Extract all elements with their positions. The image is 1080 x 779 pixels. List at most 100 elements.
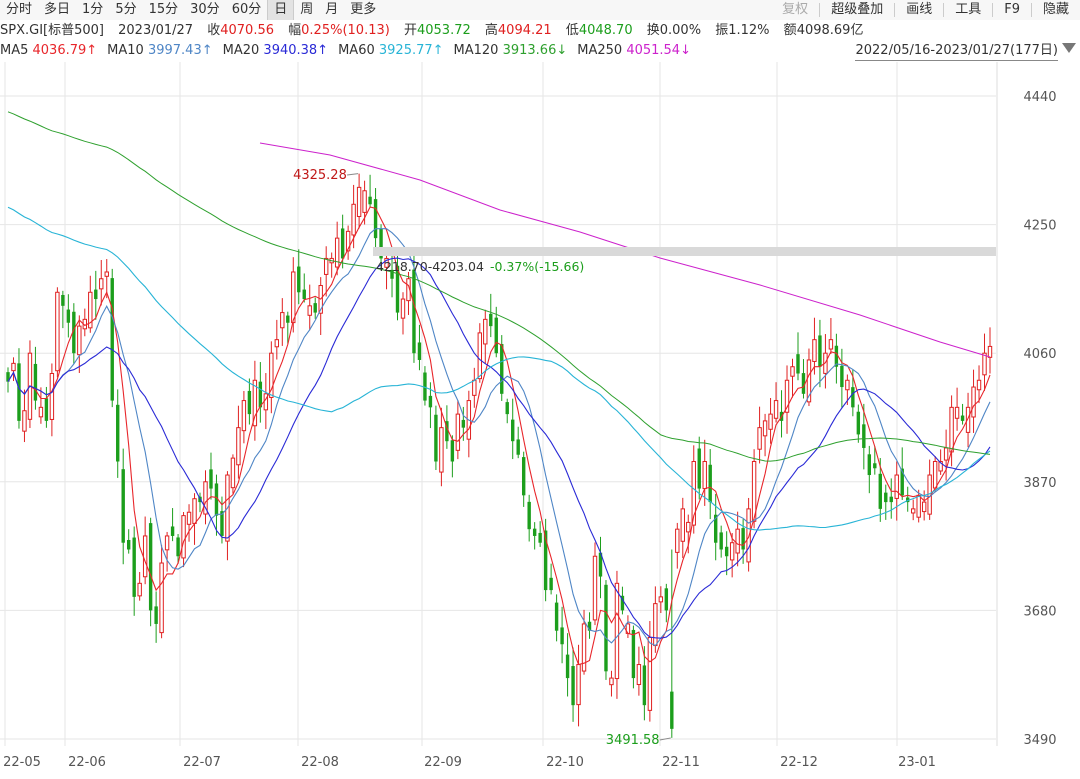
candle-body bbox=[867, 454, 872, 476]
candle-body bbox=[954, 406, 960, 419]
candle-body bbox=[247, 390, 252, 415]
measure-change-label: -0.37%(-15.66) bbox=[490, 259, 584, 274]
candle-body bbox=[916, 494, 921, 518]
candle-body bbox=[527, 501, 531, 530]
candle-body bbox=[334, 237, 340, 268]
candle-body bbox=[592, 555, 598, 621]
candle-body bbox=[104, 271, 109, 277]
candle-body bbox=[664, 588, 669, 611]
candle-body bbox=[154, 606, 158, 624]
candle-body bbox=[181, 515, 186, 559]
y-tick-label: 3490 bbox=[1023, 733, 1056, 748]
x-tick-label: 22-08 bbox=[301, 755, 339, 770]
y-tick-label: 3680 bbox=[1023, 604, 1056, 619]
candle-body bbox=[489, 313, 493, 327]
candle-body bbox=[949, 406, 954, 453]
measure-band bbox=[373, 247, 996, 256]
candle-body bbox=[818, 335, 822, 367]
candle-body bbox=[356, 186, 362, 217]
candle-body bbox=[450, 440, 455, 462]
candle-body bbox=[439, 427, 444, 473]
candle-body bbox=[412, 269, 416, 354]
candle-body bbox=[982, 352, 987, 376]
candle-body bbox=[735, 528, 740, 554]
candle-body bbox=[455, 413, 461, 451]
high-marker-line bbox=[347, 173, 359, 176]
measure-range-label: 4218.70-4203.04 bbox=[376, 259, 484, 274]
candle-body bbox=[921, 501, 927, 513]
x-tick-label: 23-01 bbox=[898, 755, 936, 770]
candle-body bbox=[434, 414, 438, 462]
candle-body bbox=[22, 410, 27, 432]
candle-body bbox=[680, 508, 685, 542]
candle-body bbox=[483, 318, 488, 345]
candle-body bbox=[532, 528, 537, 536]
candle-body bbox=[828, 339, 834, 350]
candle-body bbox=[851, 387, 855, 408]
candle-body bbox=[653, 603, 658, 647]
candle-body bbox=[631, 629, 636, 679]
high-marker-label: 4325.28 bbox=[293, 168, 347, 183]
candle-body bbox=[241, 400, 247, 432]
candle-body bbox=[55, 291, 60, 372]
candle-body bbox=[280, 312, 285, 329]
candle-body bbox=[538, 532, 542, 543]
candle-body bbox=[976, 379, 982, 391]
x-tick-label: 22-11 bbox=[662, 755, 700, 770]
candle-body bbox=[604, 584, 608, 672]
candle-body bbox=[94, 289, 98, 300]
candle-body bbox=[477, 332, 482, 380]
candle-body bbox=[884, 492, 888, 503]
candle-body bbox=[307, 305, 312, 316]
low-marker-label: 3491.58 bbox=[606, 733, 660, 748]
candle-body bbox=[812, 339, 817, 362]
candle-body bbox=[549, 577, 553, 591]
x-tick-label: 22-10 bbox=[546, 755, 584, 770]
candle-body bbox=[274, 339, 280, 348]
candle-body bbox=[110, 278, 114, 401]
candle-body bbox=[209, 469, 213, 489]
candle-body bbox=[500, 344, 504, 394]
candle-body bbox=[702, 460, 707, 490]
candle-body bbox=[121, 469, 125, 543]
candle-body bbox=[368, 196, 372, 205]
candle-body bbox=[762, 420, 768, 437]
candle-body bbox=[729, 542, 735, 561]
candle-body bbox=[164, 535, 170, 551]
candle-body bbox=[417, 342, 422, 360]
candle-body bbox=[614, 582, 620, 680]
candle-body bbox=[873, 463, 877, 469]
candle-body bbox=[148, 523, 153, 611]
candle-body bbox=[960, 415, 965, 421]
candle-body bbox=[757, 427, 762, 450]
candle-body bbox=[647, 636, 653, 711]
candle-body bbox=[340, 228, 345, 259]
candle-body bbox=[856, 411, 861, 435]
x-tick-label: 22-05 bbox=[3, 755, 41, 770]
candle-body bbox=[516, 439, 520, 455]
candle-body bbox=[741, 528, 745, 550]
candle-body bbox=[511, 419, 515, 442]
candle-body bbox=[878, 473, 882, 509]
candle-body bbox=[186, 511, 192, 525]
candle-body bbox=[840, 365, 844, 388]
candle-body bbox=[126, 540, 131, 550]
candle-body bbox=[554, 602, 559, 631]
candle-body bbox=[400, 298, 406, 319]
candle-body bbox=[286, 315, 290, 323]
candle-body bbox=[176, 537, 180, 557]
candle-body bbox=[910, 508, 916, 514]
x-tick-label: 22-07 bbox=[183, 755, 221, 770]
candle-body bbox=[137, 582, 142, 597]
candle-body bbox=[889, 496, 893, 503]
candle-body bbox=[66, 309, 71, 323]
candle-body bbox=[670, 691, 674, 729]
ma-line bbox=[7, 206, 991, 666]
candle-body bbox=[505, 402, 509, 415]
candle-body bbox=[971, 386, 976, 418]
candle-body bbox=[291, 271, 296, 324]
candle-body bbox=[571, 666, 575, 706]
candle-body bbox=[313, 303, 317, 313]
candle-body bbox=[44, 398, 49, 421]
candlestick-chart[interactable]: 4440 4250 4060 3870 3680 3490 22-05 22-06 22-07 2… bbox=[0, 0, 1080, 779]
